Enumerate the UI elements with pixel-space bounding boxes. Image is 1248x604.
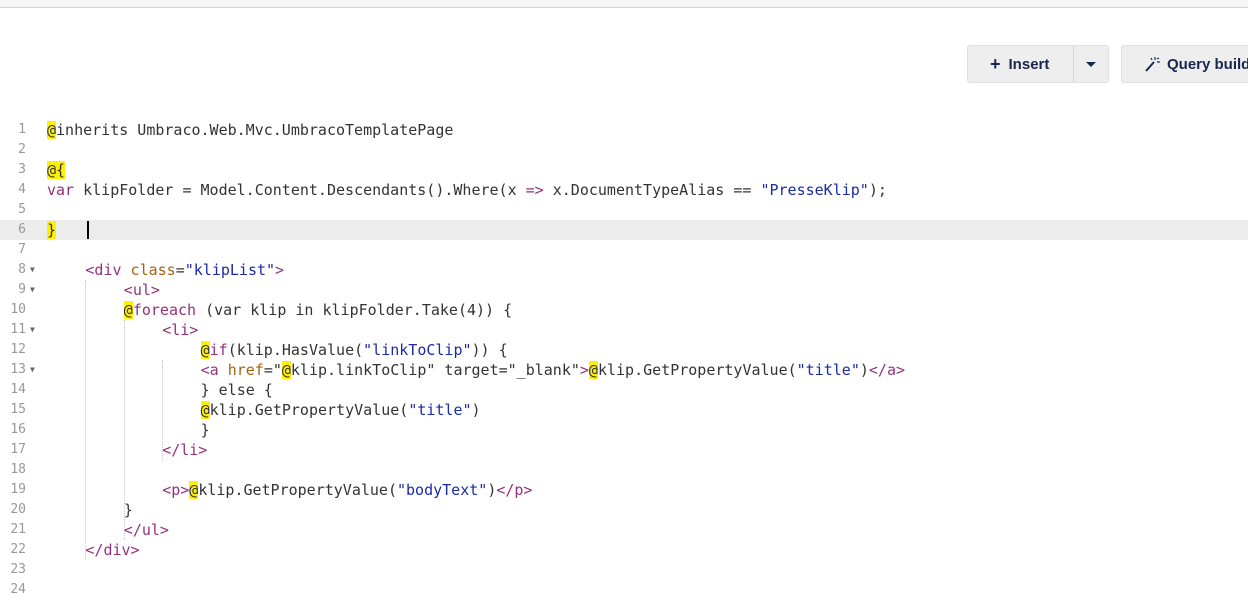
code-text: <p>@klip.GetPropertyValue("bodyText")</p…	[162, 481, 533, 499]
line-number: 17	[10, 442, 26, 457]
code-line[interactable]: 12 @if(klip.HasValue("linkToClip")) {	[0, 340, 1248, 360]
code-line[interactable]: 21 </ul>	[0, 520, 1248, 540]
code-text: }	[47, 221, 57, 239]
code-text: }	[123, 501, 133, 519]
insert-button-group: + Insert	[967, 45, 1109, 83]
code-line[interactable]: 5	[0, 200, 1248, 220]
text-cursor	[87, 221, 89, 239]
fold-toggle-icon[interactable]: ▼	[30, 260, 35, 280]
fold-toggle-icon[interactable]: ▼	[30, 280, 35, 300]
line-number: 3	[18, 162, 26, 177]
code-text: </div>	[85, 541, 140, 559]
code-line[interactable]: 4 var klipFolder = Model.Content.Descenda…	[0, 180, 1248, 200]
code-text: } else {	[200, 381, 273, 399]
query-builder-button[interactable]: Query build	[1122, 46, 1248, 82]
line-number: 16	[10, 422, 26, 437]
code-text: </ul>	[123, 521, 169, 539]
code-text: @klip.GetPropertyValue("title")	[200, 401, 481, 419]
line-number: 22	[10, 542, 26, 557]
line-number: 19	[10, 482, 26, 497]
code-line[interactable]: 11 ▼ <li>	[0, 320, 1248, 340]
line-number: 6	[18, 222, 26, 237]
query-builder-label: Query build	[1167, 55, 1248, 73]
magic-wand-icon	[1145, 57, 1160, 72]
code-line[interactable]: 1 @inherits Umbraco.Web.Mvc.UmbracoTempla…	[0, 120, 1248, 140]
code-line[interactable]: 2	[0, 140, 1248, 160]
code-line[interactable]: 18	[0, 460, 1248, 480]
code-line[interactable]: 15 @klip.GetPropertyValue("title")	[0, 400, 1248, 420]
code-text: @{	[47, 161, 66, 179]
indent-guide	[162, 360, 164, 460]
line-number: 20	[10, 502, 26, 517]
code-line[interactable]: 24	[0, 580, 1248, 600]
code-text: }	[200, 421, 210, 439]
insert-button[interactable]: + Insert	[968, 46, 1074, 82]
line-number: 13	[10, 362, 26, 377]
insert-button-label: Insert	[1008, 55, 1050, 73]
code-line[interactable]: 16}	[0, 420, 1248, 440]
line-number: 1	[18, 122, 26, 137]
line-number: 18	[10, 462, 26, 477]
fold-toggle-icon[interactable]: ▼	[30, 320, 35, 340]
code-line[interactable]: 8 ▼ <div class="klipList">	[0, 260, 1248, 280]
code-line[interactable]: 14 } else {	[0, 380, 1248, 400]
fold-toggle-icon[interactable]: ▼	[30, 360, 35, 380]
code-text: <ul>	[123, 281, 160, 299]
code-text: @if(klip.HasValue("linkToClip")) {	[200, 341, 508, 359]
line-number: 15	[10, 402, 26, 417]
line-number: 11	[10, 322, 26, 337]
line-number: 10	[10, 302, 26, 317]
line-number: 23	[10, 562, 26, 577]
line-number: 4	[18, 182, 26, 197]
code-line[interactable]: 19 <p>@klip.GetPropertyValue("bodyText")<…	[0, 480, 1248, 500]
chevron-down-icon	[1086, 61, 1096, 67]
code-line[interactable]: 9 ▼ <ul>	[0, 280, 1248, 300]
code-text: <div class="klipList">	[85, 261, 285, 279]
code-line[interactable]: 6}	[0, 220, 1248, 240]
line-number: 9	[18, 282, 26, 297]
top-bar	[0, 0, 1248, 8]
plus-icon: +	[990, 53, 1001, 74]
code-text: </li>	[162, 441, 208, 459]
line-number: 21	[10, 522, 26, 537]
code-line[interactable]: 22 </div>	[0, 540, 1248, 560]
line-number: 24	[10, 582, 26, 597]
line-number: 12	[10, 342, 26, 357]
code-text: <a href="@klip.linkToClip" target="_blan…	[200, 361, 906, 379]
code-line[interactable]: 17 </li>	[0, 440, 1248, 460]
code-text: @foreach (var klip in klipFolder.Take(4)…	[123, 301, 513, 319]
line-number: 5	[18, 202, 26, 217]
code-text: <li>	[162, 321, 199, 339]
code-line[interactable]: 20}	[0, 500, 1248, 520]
indent-guide	[85, 280, 87, 560]
code-line[interactable]: 13 ▼ <a href="@klip.linkToClip" target="_b…	[0, 360, 1248, 380]
line-number: 7	[18, 242, 26, 257]
line-number: 2	[18, 142, 26, 157]
insert-dropdown-button[interactable]	[1074, 46, 1108, 82]
query-builder-group: Query build	[1121, 45, 1248, 83]
code-line[interactable]: 7	[0, 240, 1248, 260]
code-line[interactable]: 23	[0, 560, 1248, 580]
code-text: var klipFolder = Model.Content.Descendan…	[47, 181, 887, 199]
indent-guide	[123, 320, 125, 540]
line-number: 8	[18, 262, 26, 277]
code-text: @inherits Umbraco.Web.Mvc.UmbracoTemplat…	[47, 121, 454, 139]
line-number: 14	[10, 382, 26, 397]
code-editor[interactable]: 1 @inherits Umbraco.Web.Mvc.UmbracoTempla…	[0, 120, 1248, 604]
code-line[interactable]: 3 @{	[0, 160, 1248, 180]
code-line[interactable]: 10 @foreach (var klip in klipFolder.Take(…	[0, 300, 1248, 320]
